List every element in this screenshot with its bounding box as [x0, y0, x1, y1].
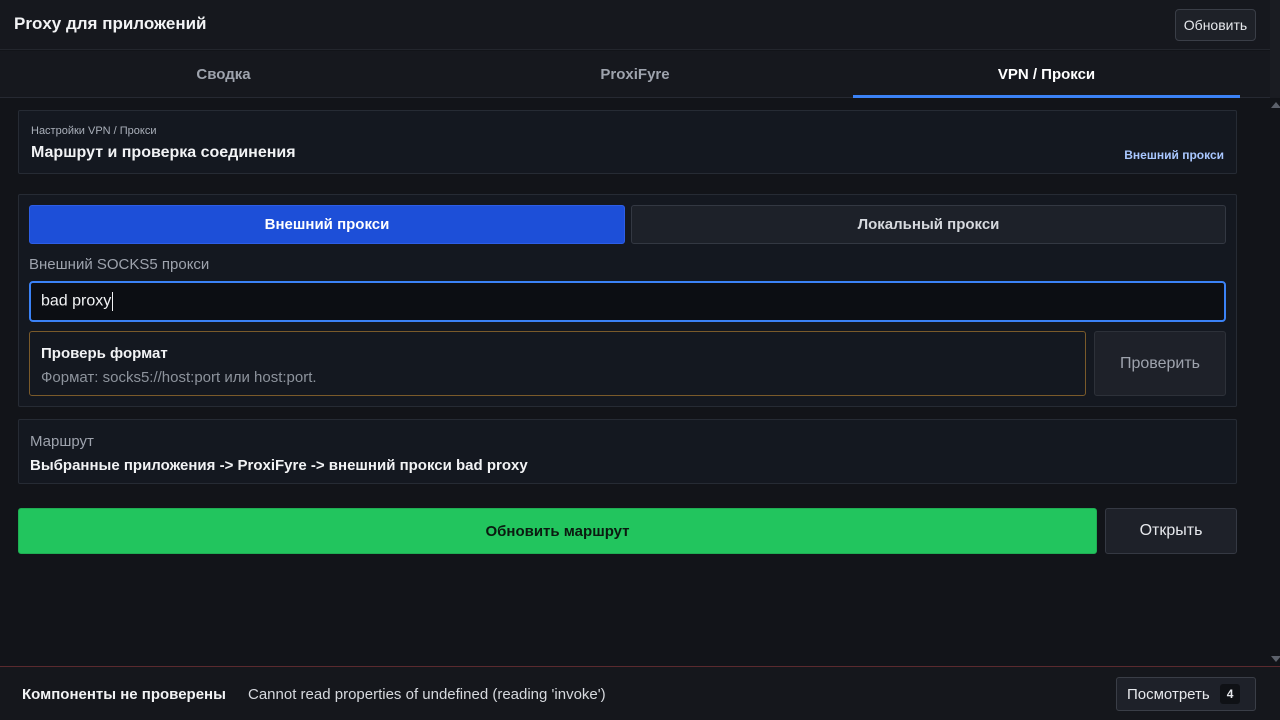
status-title: Компоненты не проверены: [22, 686, 226, 703]
local-proxy-button[interactable]: Локальный прокси: [631, 205, 1226, 244]
check-button[interactable]: Проверить: [1094, 331, 1226, 396]
proxy-input-wrap: bad proxy: [29, 281, 1226, 322]
tab-bar: Сводка ProxiFyre VPN / Прокси: [0, 51, 1270, 98]
refresh-button[interactable]: Обновить: [1175, 9, 1256, 41]
warning-text: Формат: socks5://host:port или host:port…: [41, 369, 317, 386]
route-label: Маршрут: [30, 433, 94, 450]
route-value: Выбранные приложения -> ProxiFyre -> вне…: [30, 457, 528, 474]
external-proxy-button[interactable]: Внешний прокси: [29, 205, 625, 244]
open-button[interactable]: Открыть: [1105, 508, 1237, 554]
app-header: Proxy для приложений Обновить: [0, 0, 1270, 50]
scrollbar[interactable]: [1270, 98, 1280, 666]
settings-subtitle: Настройки VPN / Прокси: [31, 125, 157, 137]
settings-title: Маршрут и проверка соединения: [31, 144, 296, 161]
scroll-up-icon[interactable]: [1271, 102, 1280, 108]
status-message: Cannot read properties of undefined (rea…: [248, 686, 606, 703]
proxy-panel: Внешний прокси Локальный прокси Внешний …: [18, 194, 1237, 407]
status-bar: Компоненты не проверены Cannot read prop…: [0, 666, 1280, 720]
app-title: Proxy для приложений: [14, 14, 207, 33]
settings-panel: Настройки VPN / Прокси Маршрут и проверк…: [18, 110, 1237, 174]
view-button-label: Посмотреть: [1127, 685, 1210, 703]
proxy-input[interactable]: [29, 281, 1226, 322]
issue-count-badge: 4: [1219, 684, 1241, 704]
window-gutter: [1270, 0, 1280, 98]
tab-proxifyre[interactable]: ProxiFyre: [429, 51, 841, 97]
mode-badge: Внешний прокси: [1124, 148, 1224, 162]
warning-title: Проверь формат: [41, 345, 168, 362]
scroll-down-icon[interactable]: [1271, 656, 1280, 662]
tab-summary[interactable]: Сводка: [18, 51, 429, 97]
update-route-button[interactable]: Обновить маршрут: [18, 508, 1097, 554]
tab-vpn-proxy[interactable]: VPN / Прокси: [853, 51, 1240, 98]
format-warning: Проверь формат Формат: socks5://host:por…: [29, 331, 1086, 396]
view-button[interactable]: Посмотреть 4: [1116, 677, 1256, 711]
socks5-field-label: Внешний SOCKS5 прокси: [29, 256, 210, 273]
route-panel: Маршрут Выбранные приложения -> ProxiFyr…: [18, 419, 1237, 484]
